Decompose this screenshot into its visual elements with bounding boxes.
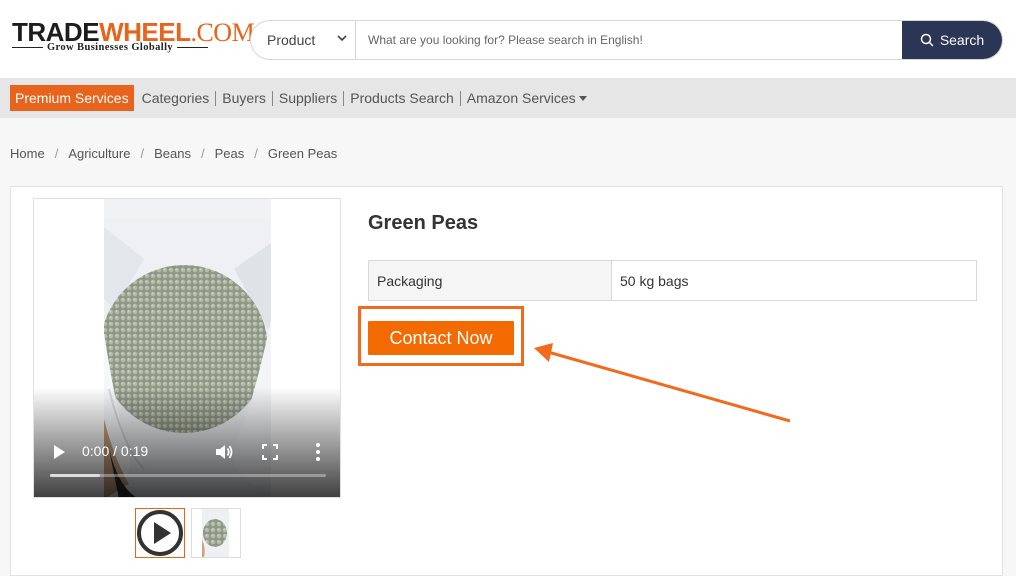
more-options-icon[interactable] — [314, 442, 322, 462]
spec-key: Packaging — [368, 260, 612, 301]
spec-value: 50 kg bags — [611, 260, 977, 301]
nav-item-buyers[interactable]: Buyers — [216, 90, 273, 106]
tradewheel-logo[interactable]: TRADEWHEEL.COM Grow Businesses Globally — [12, 18, 255, 58]
breadcrumb-separator: / — [140, 145, 145, 161]
breadcrumb: Home / Agriculture / Beans / Peas / Gree… — [10, 144, 337, 162]
nav-item-amazon-services[interactable]: Amazon Services — [461, 89, 593, 106]
caret-down-icon — [578, 96, 587, 101]
breadcrumb-separator: / — [254, 145, 258, 161]
search-bar: Product Search — [250, 20, 1003, 60]
play-circle-icon — [136, 509, 184, 557]
logo-tagline: Grow Businesses Globally — [12, 42, 209, 53]
peas-thumbnail-image — [192, 509, 240, 557]
breadcrumb-separator: / — [200, 145, 205, 161]
product-video[interactable]: 0:00 / 0:19 — [33, 198, 341, 498]
breadcrumb-green-peas: Green Peas — [267, 145, 338, 161]
nav-item-amazon-services-label: Amazon Services — [466, 89, 576, 106]
search-category-value: Product — [267, 32, 316, 48]
thumbnail-image[interactable] — [191, 508, 241, 558]
tagline-rule-left — [12, 46, 43, 49]
play-icon[interactable] — [51, 444, 67, 460]
volume-icon[interactable] — [214, 443, 234, 461]
product-title: Green Peas — [368, 212, 479, 234]
site-header: TRADEWHEEL.COM Grow Businesses Globally … — [0, 0, 1016, 78]
product-card: 0:00 / 0:19 Green Peas Packaging 50 kg b… — [10, 186, 1003, 576]
search-category-select[interactable]: Product — [251, 21, 356, 59]
breadcrumb-beans[interactable]: Beans — [154, 146, 191, 161]
nav-item-categories[interactable]: Categories — [134, 90, 217, 106]
breadcrumb-agriculture[interactable]: Agriculture — [68, 146, 130, 161]
spec-table: Packaging 50 kg bags — [368, 260, 977, 301]
main-nav: Premium Services Categories Buyers Suppl… — [0, 78, 1016, 118]
video-time: 0:00 / 0:19 — [82, 443, 149, 459]
spec-row-packaging: Packaging 50 kg bags — [368, 260, 977, 301]
contact-now-button[interactable]: Contact Now — [368, 321, 514, 355]
nav-item-suppliers[interactable]: Suppliers — [273, 90, 345, 106]
video-progress-fill — [50, 474, 100, 477]
search-button-label: Search — [939, 32, 985, 48]
search-input[interactable] — [356, 21, 902, 59]
fullscreen-icon[interactable] — [262, 444, 278, 460]
nav-premium-services[interactable]: Premium Services — [10, 85, 134, 111]
chevron-down-icon — [337, 35, 347, 42]
video-progress-track[interactable] — [50, 474, 326, 477]
tagline-text: Grow Businesses Globally — [46, 42, 174, 53]
search-icon — [920, 33, 934, 47]
breadcrumb-separator: / — [54, 145, 59, 161]
thumbnail-video[interactable] — [135, 508, 185, 558]
tagline-rule-right — [177, 46, 209, 49]
search-button[interactable]: Search — [902, 21, 1002, 59]
breadcrumb-peas[interactable]: Peas — [215, 146, 245, 161]
video-controls: 0:00 / 0:19 — [34, 427, 340, 497]
nav-item-products-search[interactable]: Products Search — [344, 90, 461, 106]
breadcrumb-home[interactable]: Home — [10, 146, 45, 161]
